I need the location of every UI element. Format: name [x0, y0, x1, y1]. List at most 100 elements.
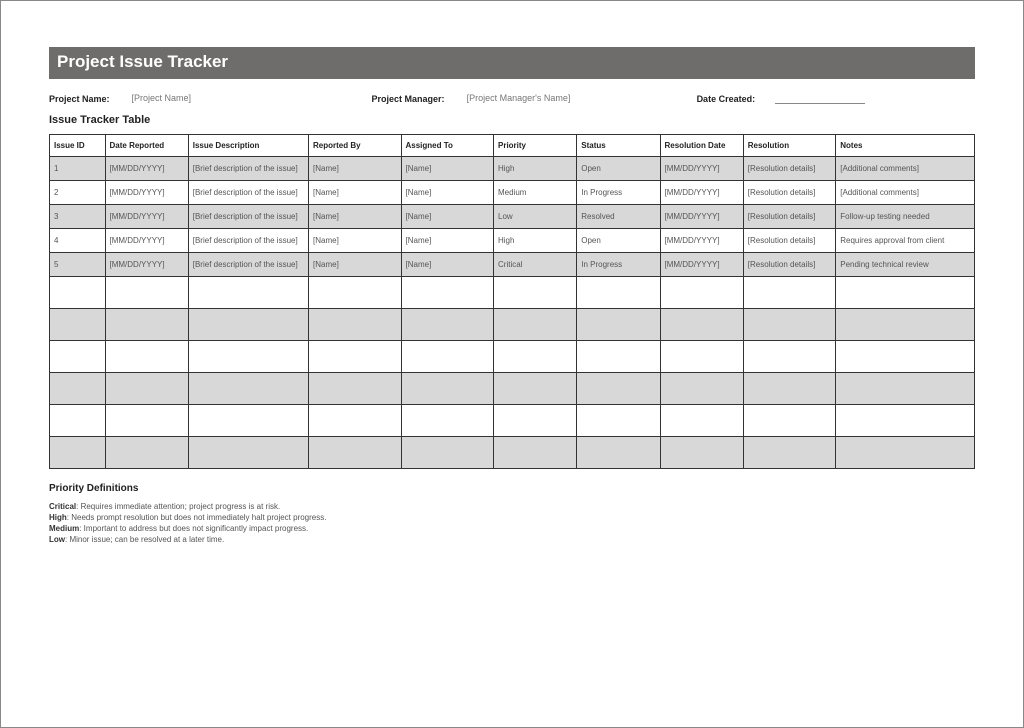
cell-dateReported: [MM/DD/YYYY] — [105, 181, 188, 205]
cell-resolution: [Resolution details] — [743, 205, 836, 229]
cell-empty — [105, 437, 188, 469]
cell-empty — [309, 437, 402, 469]
cell-id: 2 — [50, 181, 106, 205]
cell-empty — [577, 373, 660, 405]
cell-empty — [660, 341, 743, 373]
cell-empty — [188, 373, 308, 405]
cell-empty — [309, 309, 402, 341]
cell-empty — [401, 309, 494, 341]
cell-empty — [836, 341, 975, 373]
cell-empty — [660, 437, 743, 469]
definition-item: Critical: Requires immediate attention; … — [49, 502, 975, 511]
cell-assignedTo: [Name] — [401, 205, 494, 229]
cell-notes: [Additional comments] — [836, 157, 975, 181]
cell-empty — [188, 277, 308, 309]
cell-empty — [105, 309, 188, 341]
cell-empty — [105, 405, 188, 437]
col-header-priority: Priority — [494, 135, 577, 157]
document-frame: Project Issue Tracker Project Name: [Pro… — [0, 0, 1024, 728]
cell-reportedBy: [Name] — [309, 157, 402, 181]
cell-empty — [50, 341, 106, 373]
definition-label: High — [49, 513, 67, 522]
cell-priority: Critical — [494, 253, 577, 277]
cell-empty — [743, 405, 836, 437]
cell-resolution: [Resolution details] — [743, 253, 836, 277]
cell-status: Open — [577, 229, 660, 253]
cell-resolutionDate: [MM/DD/YYYY] — [660, 229, 743, 253]
cell-empty — [50, 405, 106, 437]
cell-notes: Pending technical review — [836, 253, 975, 277]
col-header-description: Issue Description — [188, 135, 308, 157]
cell-priority: Medium — [494, 181, 577, 205]
cell-priority: High — [494, 157, 577, 181]
cell-empty — [494, 341, 577, 373]
cell-description: [Brief description of the issue] — [188, 157, 308, 181]
cell-empty — [188, 341, 308, 373]
col-header-reported-by: Reported By — [309, 135, 402, 157]
cell-status: Resolved — [577, 205, 660, 229]
cell-status: Open — [577, 157, 660, 181]
col-header-id: Issue ID — [50, 135, 106, 157]
cell-empty — [660, 405, 743, 437]
cell-empty — [309, 277, 402, 309]
cell-status: In Progress — [577, 181, 660, 205]
cell-empty — [105, 277, 188, 309]
cell-description: [Brief description of the issue] — [188, 181, 308, 205]
definition-text: : Requires immediate attention; project … — [76, 502, 280, 511]
cell-dateReported: [MM/DD/YYYY] — [105, 157, 188, 181]
cell-reportedBy: [Name] — [309, 253, 402, 277]
cell-id: 5 — [50, 253, 106, 277]
project-manager-label: Project Manager: — [372, 94, 445, 104]
cell-empty — [50, 437, 106, 469]
table-row-empty — [50, 437, 975, 469]
table-row-empty — [50, 373, 975, 405]
cell-notes: Requires approval from client — [836, 229, 975, 253]
cell-dateReported: [MM/DD/YYYY] — [105, 229, 188, 253]
cell-empty — [494, 309, 577, 341]
priority-definitions: Priority Definitions Critical: Requires … — [49, 483, 975, 544]
cell-empty — [743, 277, 836, 309]
cell-empty — [743, 341, 836, 373]
cell-resolutionDate: [MM/DD/YYYY] — [660, 157, 743, 181]
cell-empty — [836, 309, 975, 341]
cell-description: [Brief description of the issue] — [188, 229, 308, 253]
project-name-value: [Project Name] — [132, 93, 282, 104]
cell-empty — [577, 309, 660, 341]
project-name-label: Project Name: — [49, 94, 110, 104]
cell-empty — [188, 405, 308, 437]
cell-empty — [401, 373, 494, 405]
cell-notes: Follow-up testing needed — [836, 205, 975, 229]
cell-priority: Low — [494, 205, 577, 229]
cell-empty — [401, 437, 494, 469]
table-row: 1[MM/DD/YYYY][Brief description of the i… — [50, 157, 975, 181]
definition-item: Low: Minor issue; can be resolved at a l… — [49, 535, 975, 544]
page-title: Project Issue Tracker — [49, 47, 975, 79]
definition-item: Medium: Important to address but does no… — [49, 524, 975, 533]
cell-dateReported: [MM/DD/YYYY] — [105, 253, 188, 277]
cell-resolution: [Resolution details] — [743, 181, 836, 205]
cell-empty — [309, 405, 402, 437]
cell-assignedTo: [Name] — [401, 229, 494, 253]
cell-id: 4 — [50, 229, 106, 253]
issue-tracker-table: Issue ID Date Reported Issue Description… — [49, 134, 975, 469]
date-created-label: Date Created: — [697, 94, 756, 104]
cell-empty — [836, 277, 975, 309]
cell-reportedBy: [Name] — [309, 181, 402, 205]
cell-reportedBy: [Name] — [309, 229, 402, 253]
date-created-value — [775, 93, 865, 104]
col-header-date-reported: Date Reported — [105, 135, 188, 157]
table-row: 3[MM/DD/YYYY][Brief description of the i… — [50, 205, 975, 229]
cell-empty — [577, 405, 660, 437]
cell-empty — [50, 373, 106, 405]
definition-label: Low — [49, 535, 65, 544]
cell-empty — [660, 373, 743, 405]
cell-resolution: [Resolution details] — [743, 157, 836, 181]
definition-item: High: Needs prompt resolution but does n… — [49, 513, 975, 522]
page-content: Project Issue Tracker Project Name: [Pro… — [21, 19, 1003, 556]
cell-empty — [743, 309, 836, 341]
cell-empty — [836, 437, 975, 469]
table-heading: Issue Tracker Table — [49, 114, 975, 126]
cell-empty — [309, 373, 402, 405]
cell-empty — [494, 373, 577, 405]
cell-description: [Brief description of the issue] — [188, 205, 308, 229]
